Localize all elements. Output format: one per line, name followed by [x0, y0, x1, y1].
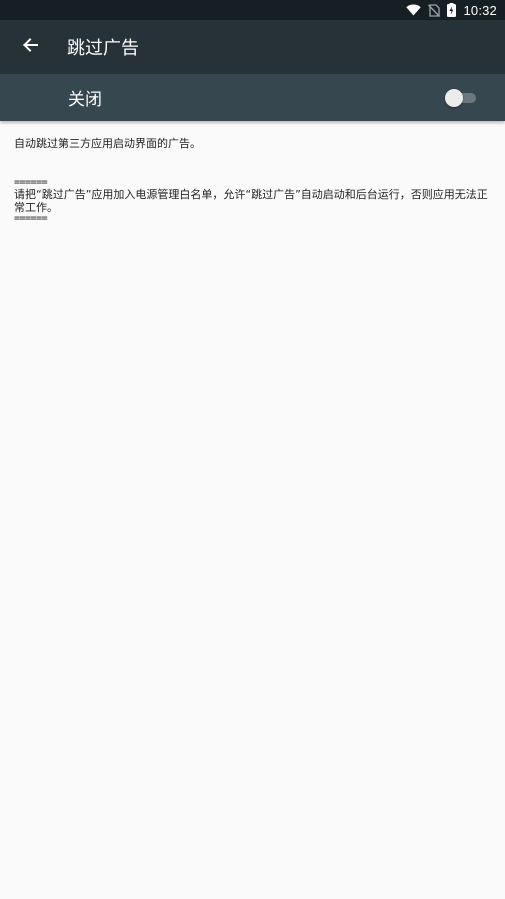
status-icons: 10:32	[406, 0, 497, 20]
no-sim-icon	[428, 3, 441, 17]
battery-charging-icon	[447, 3, 457, 17]
wifi-icon	[406, 4, 422, 16]
arrow-back-icon	[22, 37, 38, 57]
enable-toggle[interactable]	[445, 89, 476, 107]
screen: 10:32 跳过广告 关闭 自动跳过第三方应用启动界面的广告。 ====== 请…	[0, 0, 505, 899]
toolbar: 跳过广告	[0, 20, 505, 74]
description-text: 自动跳过第三方应用启动界面的广告。	[14, 137, 201, 150]
page-title: 跳过广告	[67, 38, 139, 59]
switch-label: 关闭	[68, 90, 102, 110]
notice-block: ====== 请把“跳过广告”应用加入电源管理白名单，允许“跳过广告”自动启动和…	[14, 178, 494, 224]
status-time: 10:32	[463, 2, 497, 18]
toggle-thumb	[445, 89, 463, 107]
master-switch-bar[interactable]: 关闭	[0, 74, 505, 121]
notice-text: 请把“跳过广告”应用加入电源管理白名单，允许“跳过广告”自动启动和后台运行，否则…	[14, 188, 488, 214]
status-bar: 10:32	[0, 0, 505, 20]
back-button[interactable]	[14, 31, 46, 63]
notice-separator-bottom: ======	[14, 213, 48, 224]
content-area: 自动跳过第三方应用启动界面的广告。 ====== 请把“跳过广告”应用加入电源管…	[14, 137, 494, 224]
notice-separator-top: ======	[14, 177, 48, 188]
